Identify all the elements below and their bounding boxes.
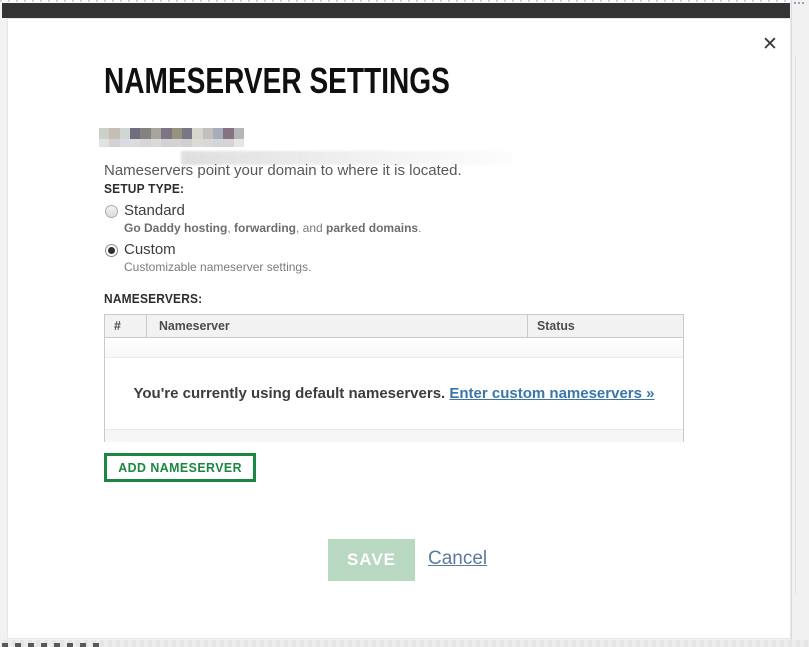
redacted-domain-name [99,128,244,147]
column-header-number: # [105,315,147,337]
background-page-right-fragment [791,0,809,647]
save-button[interactable]: SAVE [328,539,415,581]
dialog-title: NAMESERVER SETTINGS [104,60,450,102]
redaction-block [99,139,109,147]
add-nameserver-button-label: ADD NAMESERVER [118,460,242,475]
redaction-block [223,128,233,139]
redaction-block [130,128,140,139]
redaction-block [192,128,202,139]
table-footer-strip [105,429,683,442]
custom-radio-label[interactable]: Custom [124,241,176,258]
column-header-status: Status [528,315,683,337]
redaction-row [99,128,244,139]
setup-type-label-text: SETUP TYPE: [104,181,184,196]
redaction-block [234,139,244,147]
standard-radio-label[interactable]: Standard [124,202,185,219]
redaction-block [130,139,140,147]
standard-radio-description: Go Daddy hosting, forwarding, and parked… [124,221,421,235]
standard-desc-sep: , and [296,221,326,235]
standard-desc-bold: parked domains [326,221,418,235]
redaction-block [223,139,233,147]
redaction-block [151,128,161,139]
background-cutoff-text [2,643,102,647]
redaction-block [109,139,119,147]
standard-desc-bold: forwarding [234,221,296,235]
standard-desc-bold: Go Daddy hosting [124,221,227,235]
redaction-block [213,128,223,139]
standard-desc-sep: , [227,221,234,235]
background-page-bottom-fragment [0,640,809,647]
redaction-block [203,128,213,139]
redaction-row [99,139,244,147]
enter-custom-nameservers-link[interactable]: Enter custom nameservers » [449,385,654,402]
standard-radio[interactable] [105,205,118,218]
redaction-block [182,139,192,147]
column-header-nameserver-text: Nameserver [159,315,230,337]
column-header-status-text: Status [537,315,575,337]
redaction-block [182,128,192,139]
cancel-link[interactable]: Cancel [428,548,487,570]
redaction-block [172,139,182,147]
redaction-block [99,128,109,139]
redaction-block [109,128,119,139]
add-nameserver-button[interactable]: ADD NAMESERVER [104,453,256,482]
nameservers-label-text: NAMESERVERS: [104,291,202,306]
redaction-block [213,139,223,147]
custom-radio[interactable] [105,244,118,257]
close-icon[interactable]: ✕ [759,34,781,56]
background-dark-toolbar [2,3,790,18]
nameserver-settings-dialog: ✕ NAMESERVER SETTINGS Nameservers point … [7,18,791,639]
redaction-block [120,128,130,139]
redaction-block [161,128,171,139]
table-message-row: You're currently using default nameserve… [105,358,683,429]
redaction-block [192,139,202,147]
redaction-block [234,128,244,139]
redaction-block [140,139,150,147]
nameservers-label: NAMESERVERS: [104,291,211,306]
standard-desc-sep: . [418,221,421,235]
intro-text: Nameservers point your domain to where i… [104,162,462,179]
column-header-nameserver: Nameserver [147,315,528,337]
column-header-number-text: # [114,315,121,337]
redaction-block [203,139,213,147]
table-header-row: # Nameserver Status [105,315,683,338]
setup-type-label: SETUP TYPE: [104,181,191,196]
redaction-block [120,139,130,147]
redaction-block [172,128,182,139]
redaction-block [140,128,150,139]
table-empty-row [105,338,683,358]
redaction-block [151,139,161,147]
nameservers-table: # Nameserver Status You're currently usi… [104,314,684,442]
default-nameservers-message: You're currently using default nameserve… [133,385,445,402]
custom-radio-description: Customizable nameserver settings. [124,260,311,274]
redaction-block [161,139,171,147]
